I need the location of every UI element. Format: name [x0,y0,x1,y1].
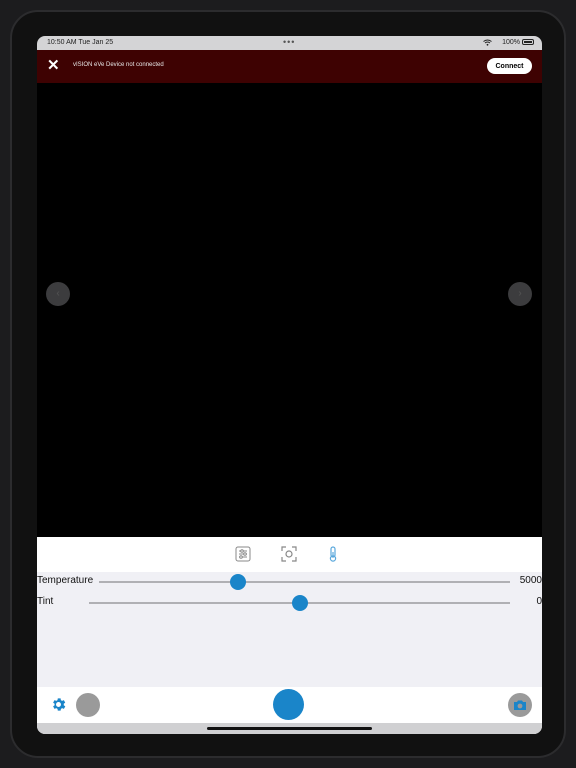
connection-status-message: vISION eVe Device not connected [73,62,164,68]
app-screen: 10:50 AM Tue Jan 25 ••• 100% ✕ vISION eV… [37,36,542,734]
close-icon[interactable]: ✕ [47,57,60,75]
home-indicator[interactable] [207,727,372,730]
previous-arrow-icon[interactable]: ‹ [46,282,70,306]
temperature-track[interactable] [99,581,510,583]
temperature-slider-row: Temperature 5000 [37,571,542,591]
tint-slider-thumb[interactable] [291,595,308,611]
home-area [37,723,542,734]
connection-banner: ✕ vISION eVe Device not connected Connec… [37,50,542,83]
status-time: 10:50 AM Tue Jan 25 [47,39,114,46]
gallery-button[interactable] [76,693,100,717]
adjustments-icon[interactable] [235,546,251,562]
status-bar: 10:50 AM Tue Jan 25 ••• 100% [37,36,542,50]
tint-value: 0 [536,596,542,607]
battery-percent: 100% [502,39,520,46]
adjustment-panel: Temperature 5000 Tint 0 [37,537,542,734]
adjustment-toolbar [37,537,542,572]
tint-label: Tint [37,596,54,607]
temperature-value: 5000 [519,575,542,586]
temperature-slider-thumb[interactable] [229,574,246,590]
wifi-icon [483,39,492,46]
bottom-toolbar [37,687,542,723]
focus-icon[interactable] [281,546,297,562]
camera-button[interactable] [508,693,532,717]
next-arrow-icon[interactable]: › [508,282,532,306]
temperature-label: Temperature [37,575,94,586]
battery-icon [522,39,534,45]
gear-icon[interactable] [50,696,67,713]
multitask-dots[interactable]: ••• [283,37,295,47]
camera-icon [514,700,526,710]
thermometer-icon[interactable] [325,546,341,562]
tint-slider-row: Tint 0 [37,592,542,612]
connect-button[interactable]: Connect [487,58,532,74]
capture-button[interactable] [273,689,304,720]
